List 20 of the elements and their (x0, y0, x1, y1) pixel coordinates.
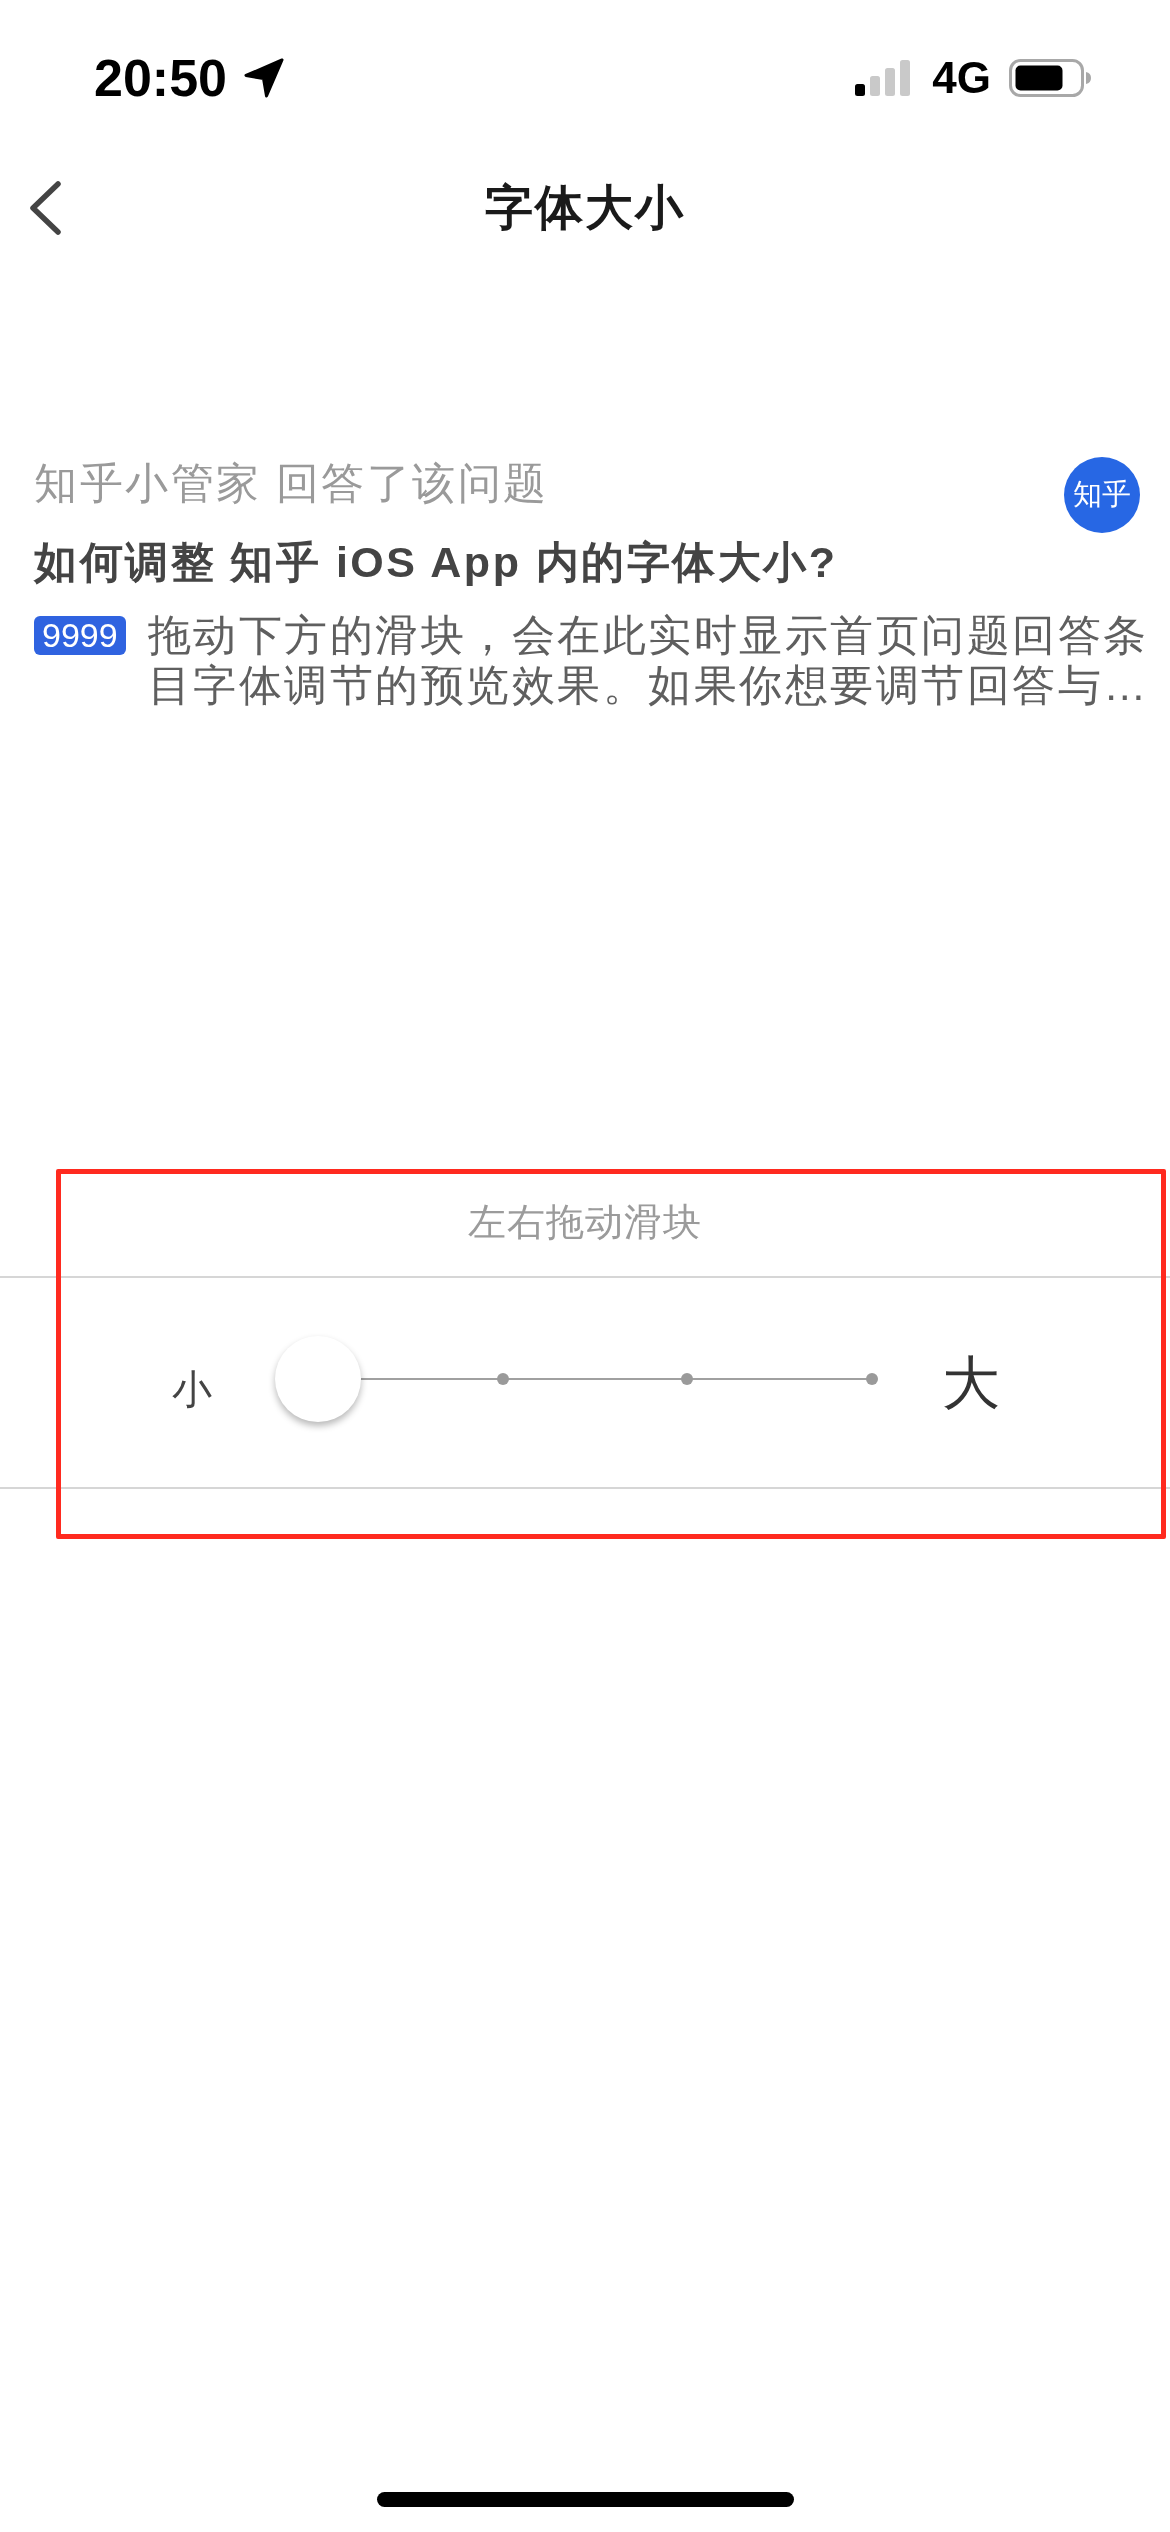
network-type: 4G (932, 52, 991, 104)
slider-hint-text: 左右拖动滑块 (468, 1201, 702, 1243)
vote-count-badge: 9999 (34, 616, 126, 655)
back-icon (28, 180, 62, 236)
page-title: 字体大小 (485, 180, 685, 236)
question-title: 如何调整 知乎 iOS App 内的字体大小? (34, 537, 838, 588)
location-arrow-icon (244, 58, 284, 98)
small-size-label: 小 (172, 1365, 212, 1413)
large-size-label: 大 (942, 1348, 1000, 1417)
battery-icon (1009, 59, 1091, 97)
slider-thumb[interactable] (275, 1335, 361, 1422)
slider-tick-icon (681, 1372, 694, 1385)
answer-source-text: 知乎小管家 回答了该问题 (34, 458, 549, 509)
status-time: 20:50 (94, 50, 227, 106)
slider-tick-icon (496, 1372, 509, 1385)
answer-excerpt: 拖动下方的滑块，会在此实时显示首页问题回答条目字体调节的预览效果。如果你想要调节回答与… (147, 610, 1150, 710)
signal-strength-icon (855, 60, 912, 96)
slider-tick-icon (866, 1372, 878, 1385)
back-button[interactable] (28, 180, 62, 236)
avatar-badge: 知乎 (1064, 457, 1140, 533)
